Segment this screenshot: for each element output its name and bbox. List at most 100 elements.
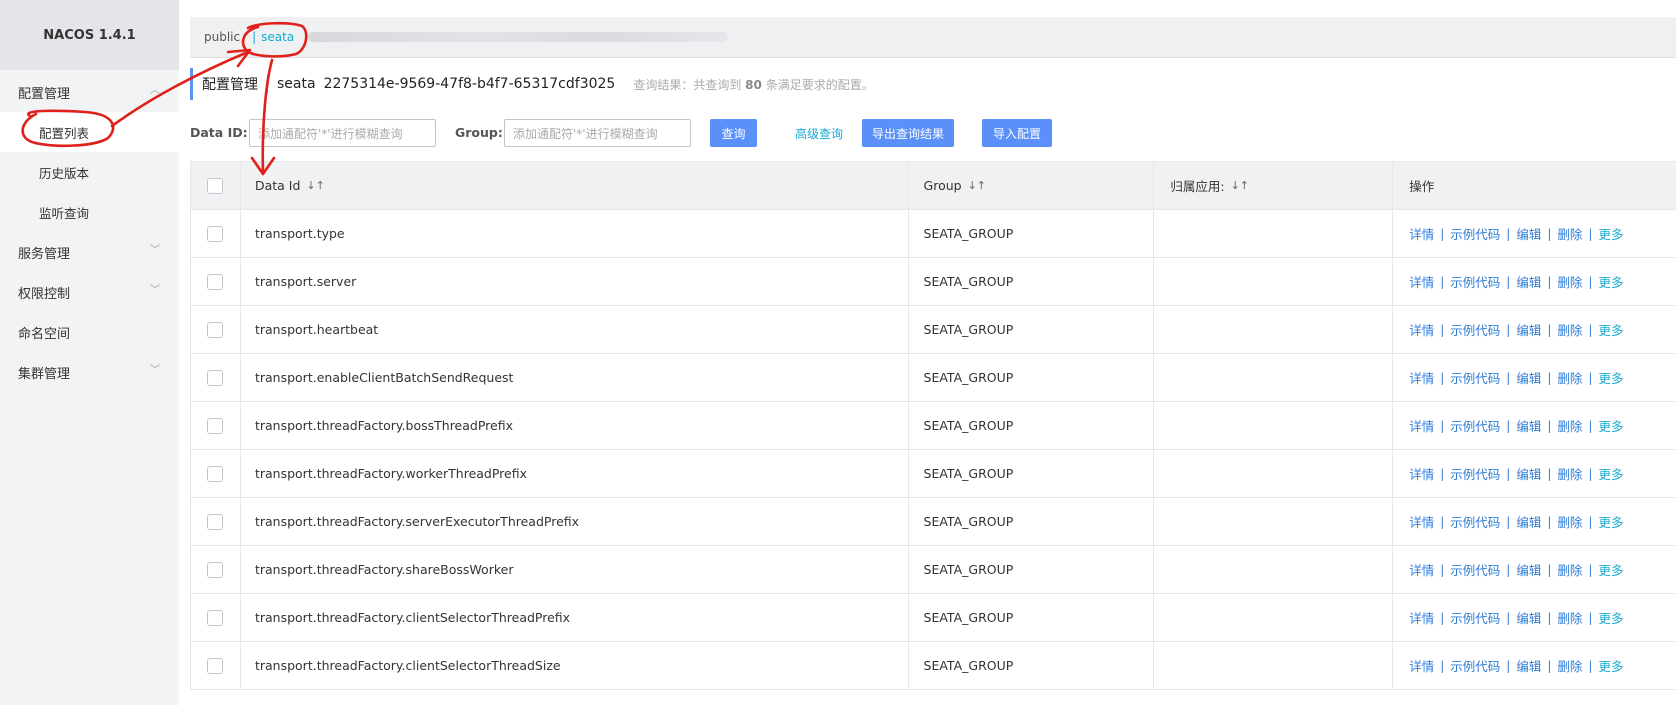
- row-checkbox[interactable]: [207, 657, 224, 674]
- query-button[interactable]: 查询: [710, 119, 757, 147]
- nav-group-config[interactable]: 配置管理 ︿: [0, 72, 179, 112]
- advanced-query-link[interactable]: 高级查询: [795, 125, 843, 142]
- op-sample-code-link[interactable]: 示例代码: [1450, 656, 1500, 675]
- op-more-link[interactable]: 更多: [1598, 464, 1623, 483]
- row-checkbox[interactable]: [207, 561, 224, 578]
- op-delete-link[interactable]: 删除: [1557, 416, 1582, 435]
- row-checkbox[interactable]: [207, 417, 224, 434]
- op-sample-code-link[interactable]: 示例代码: [1450, 224, 1500, 243]
- op-sample-code-link[interactable]: 示例代码: [1450, 272, 1500, 291]
- op-more-link[interactable]: 更多: [1598, 224, 1623, 243]
- op-more-link[interactable]: 更多: [1598, 272, 1623, 291]
- sort-icon[interactable]: ↓↑: [1231, 179, 1249, 192]
- op-sample-code-link[interactable]: 示例代码: [1450, 512, 1500, 531]
- group-input[interactable]: 添加通配符'*'进行模糊查询: [504, 119, 691, 147]
- op-delete-link[interactable]: 删除: [1557, 224, 1582, 243]
- import-config-button[interactable]: 导入配置: [982, 119, 1052, 147]
- nav-group-cluster[interactable]: 集群管理 ﹀: [0, 352, 179, 392]
- group-cell: SEATA_GROUP: [909, 642, 1155, 689]
- header-group[interactable]: Group ↓↑: [909, 162, 1155, 209]
- op-delete-link[interactable]: 删除: [1557, 560, 1582, 579]
- op-detail-link[interactable]: 详情: [1409, 224, 1434, 243]
- op-more-link[interactable]: 更多: [1598, 320, 1623, 339]
- op-detail-link[interactable]: 详情: [1409, 368, 1434, 387]
- op-detail-link[interactable]: 详情: [1409, 320, 1434, 339]
- header-app[interactable]: 归属应用: ↓↑: [1154, 162, 1394, 209]
- group-label: Group:: [455, 125, 503, 140]
- op-sample-code-link[interactable]: 示例代码: [1450, 416, 1500, 435]
- op-sample-code-link[interactable]: 示例代码: [1450, 608, 1500, 627]
- export-results-button[interactable]: 导出查询结果: [862, 119, 954, 147]
- row-select-cell: [191, 546, 241, 593]
- op-edit-link[interactable]: 编辑: [1516, 368, 1541, 387]
- group-value: SEATA_GROUP: [923, 418, 1014, 433]
- op-delete-link[interactable]: 删除: [1557, 608, 1582, 627]
- op-separator: |: [1440, 418, 1445, 433]
- op-more-link[interactable]: 更多: [1598, 416, 1623, 435]
- op-edit-link[interactable]: 编辑: [1516, 416, 1541, 435]
- op-sample-code-link[interactable]: 示例代码: [1450, 464, 1500, 483]
- op-separator: |: [1588, 562, 1593, 577]
- row-checkbox[interactable]: [207, 225, 224, 242]
- op-more-link[interactable]: 更多: [1598, 608, 1623, 627]
- op-detail-link[interactable]: 详情: [1409, 608, 1434, 627]
- nav-item-listen-query[interactable]: 监听查询: [0, 192, 179, 232]
- op-delete-link[interactable]: 删除: [1557, 272, 1582, 291]
- op-detail-link[interactable]: 详情: [1409, 560, 1434, 579]
- op-more-link[interactable]: 更多: [1598, 512, 1623, 531]
- op-detail-link[interactable]: 详情: [1409, 272, 1434, 291]
- row-checkbox[interactable]: [207, 273, 224, 290]
- nav-group-permission[interactable]: 权限控制 ﹀: [0, 272, 179, 312]
- op-edit-link[interactable]: 编辑: [1516, 512, 1541, 531]
- op-more-link[interactable]: 更多: [1598, 656, 1623, 675]
- op-separator: |: [1440, 370, 1445, 385]
- op-edit-link[interactable]: 编辑: [1516, 560, 1541, 579]
- ops-cell: 详情 | 示例代码 | 编辑 | 删除 | 更多: [1393, 210, 1676, 257]
- op-more-link[interactable]: 更多: [1598, 368, 1623, 387]
- sort-icon[interactable]: ↓↑: [306, 179, 324, 192]
- op-separator: |: [1506, 658, 1511, 673]
- op-edit-link[interactable]: 编辑: [1516, 608, 1541, 627]
- data-id-input[interactable]: 添加通配符'*'进行模糊查询: [249, 119, 436, 147]
- nav-group-service[interactable]: 服务管理 ﹀: [0, 232, 179, 272]
- row-checkbox[interactable]: [207, 513, 224, 530]
- op-more-link[interactable]: 更多: [1598, 560, 1623, 579]
- nav-item-config-list[interactable]: 配置列表: [0, 112, 179, 152]
- row-checkbox[interactable]: [207, 369, 224, 386]
- op-detail-link[interactable]: 详情: [1409, 416, 1434, 435]
- namespace-bar: public | seata: [190, 17, 1676, 58]
- op-edit-link[interactable]: 编辑: [1516, 272, 1541, 291]
- op-delete-link[interactable]: 删除: [1557, 656, 1582, 675]
- op-delete-link[interactable]: 删除: [1557, 512, 1582, 531]
- namespace-name: seata: [277, 76, 316, 92]
- data-id-cell: transport.server: [241, 258, 909, 305]
- namespace-public[interactable]: public: [204, 30, 240, 44]
- op-detail-link[interactable]: 详情: [1409, 464, 1434, 483]
- op-delete-link[interactable]: 删除: [1557, 464, 1582, 483]
- row-checkbox[interactable]: [207, 465, 224, 482]
- row-checkbox[interactable]: [207, 609, 224, 626]
- op-detail-link[interactable]: 详情: [1409, 656, 1434, 675]
- data-id-cell: transport.threadFactory.workerThreadPref…: [241, 450, 909, 497]
- op-sample-code-link[interactable]: 示例代码: [1450, 560, 1500, 579]
- sort-icon[interactable]: ↓↑: [968, 179, 986, 192]
- op-edit-link[interactable]: 编辑: [1516, 224, 1541, 243]
- nav-item-history[interactable]: 历史版本: [0, 152, 179, 192]
- op-edit-link[interactable]: 编辑: [1516, 656, 1541, 675]
- op-delete-link[interactable]: 删除: [1557, 320, 1582, 339]
- op-separator: |: [1506, 466, 1511, 481]
- nav-group-namespace[interactable]: 命名空间: [0, 312, 179, 352]
- op-edit-link[interactable]: 编辑: [1516, 464, 1541, 483]
- row-checkbox[interactable]: [207, 321, 224, 338]
- app-cell: [1154, 210, 1394, 257]
- op-separator: |: [1588, 466, 1593, 481]
- op-sample-code-link[interactable]: 示例代码: [1450, 320, 1500, 339]
- group-cell: SEATA_GROUP: [909, 258, 1155, 305]
- op-edit-link[interactable]: 编辑: [1516, 320, 1541, 339]
- header-data-id[interactable]: Data Id ↓↑: [241, 162, 909, 209]
- op-delete-link[interactable]: 删除: [1557, 368, 1582, 387]
- op-sample-code-link[interactable]: 示例代码: [1450, 368, 1500, 387]
- select-all-checkbox[interactable]: [207, 177, 224, 194]
- namespace-seata[interactable]: seata: [261, 30, 294, 44]
- op-detail-link[interactable]: 详情: [1409, 512, 1434, 531]
